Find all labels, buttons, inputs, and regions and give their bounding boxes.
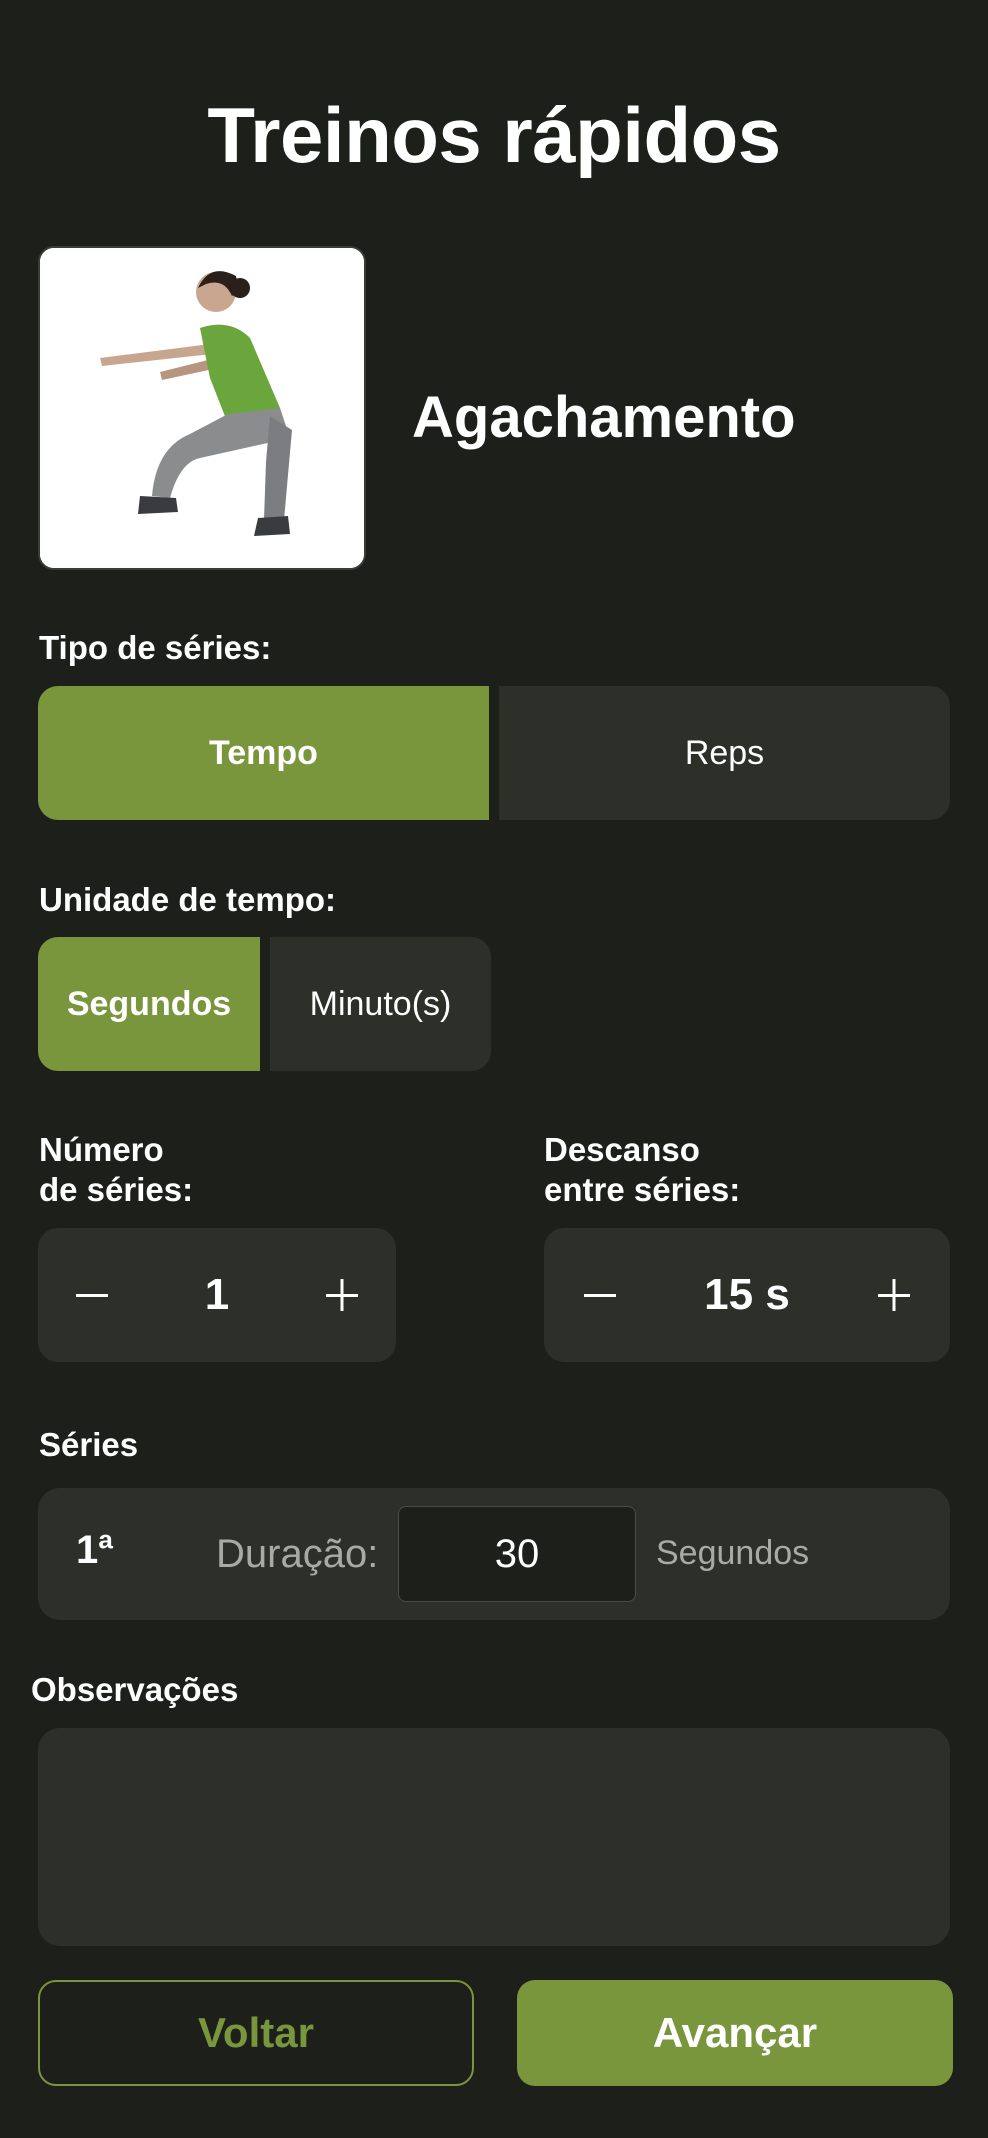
series-type-toggle: Tempo Reps bbox=[38, 686, 950, 820]
num-series-label-line2: de séries: bbox=[39, 1171, 194, 1208]
rest-stepper: 15 s bbox=[544, 1228, 950, 1362]
num-series-stepper: 1 bbox=[38, 1228, 396, 1362]
rest-label-line2: entre séries: bbox=[544, 1171, 741, 1208]
rest-label-line1: Descanso bbox=[544, 1131, 700, 1168]
exercise-image bbox=[38, 246, 366, 570]
divider bbox=[489, 686, 499, 820]
num-series-label-line1: Número bbox=[39, 1131, 164, 1168]
next-button[interactable]: Avançar bbox=[517, 1980, 953, 2086]
rest-label: Descanso entre séries: bbox=[544, 1130, 740, 1210]
series-list-label: Séries bbox=[39, 1426, 139, 1463]
plus-icon bbox=[326, 1279, 358, 1311]
minus-icon bbox=[76, 1294, 108, 1297]
series-type-label: Tipo de séries: bbox=[39, 629, 272, 666]
option-minutes[interactable]: Minuto(s) bbox=[270, 937, 491, 1071]
exercise-name: Agachamento bbox=[412, 385, 796, 450]
rest-increment-button[interactable] bbox=[854, 1255, 934, 1335]
option-seconds[interactable]: Segundos bbox=[38, 937, 260, 1071]
num-series-decrement-button[interactable] bbox=[52, 1255, 132, 1335]
divider bbox=[260, 937, 270, 1071]
option-reps[interactable]: Reps bbox=[499, 686, 950, 820]
plus-icon bbox=[878, 1279, 910, 1311]
minus-icon bbox=[584, 1294, 616, 1297]
time-unit-toggle: Segundos Minuto(s) bbox=[38, 937, 491, 1071]
time-unit-label: Unidade de tempo: bbox=[39, 881, 337, 918]
num-series-label: Número de séries: bbox=[39, 1130, 193, 1210]
duration-unit: Segundos bbox=[656, 1534, 810, 1572]
series-index: 1ª bbox=[76, 1528, 114, 1572]
rest-value: 15 s bbox=[704, 1270, 790, 1319]
notes-label: Observações bbox=[31, 1671, 239, 1708]
rest-decrement-button[interactable] bbox=[560, 1255, 640, 1335]
num-series-value: 1 bbox=[204, 1270, 230, 1319]
num-series-increment-button[interactable] bbox=[302, 1255, 382, 1335]
duration-label: Duração: bbox=[216, 1532, 379, 1576]
duration-input[interactable]: 30 bbox=[398, 1506, 636, 1602]
series-row: 1ª Duração: 30 Segundos bbox=[38, 1488, 950, 1620]
page-title: Treinos rápidos bbox=[207, 91, 781, 179]
notes-textarea[interactable] bbox=[38, 1728, 950, 1946]
back-button[interactable]: Voltar bbox=[38, 1980, 474, 2086]
option-tempo[interactable]: Tempo bbox=[38, 686, 489, 820]
squat-illustration bbox=[40, 248, 364, 568]
